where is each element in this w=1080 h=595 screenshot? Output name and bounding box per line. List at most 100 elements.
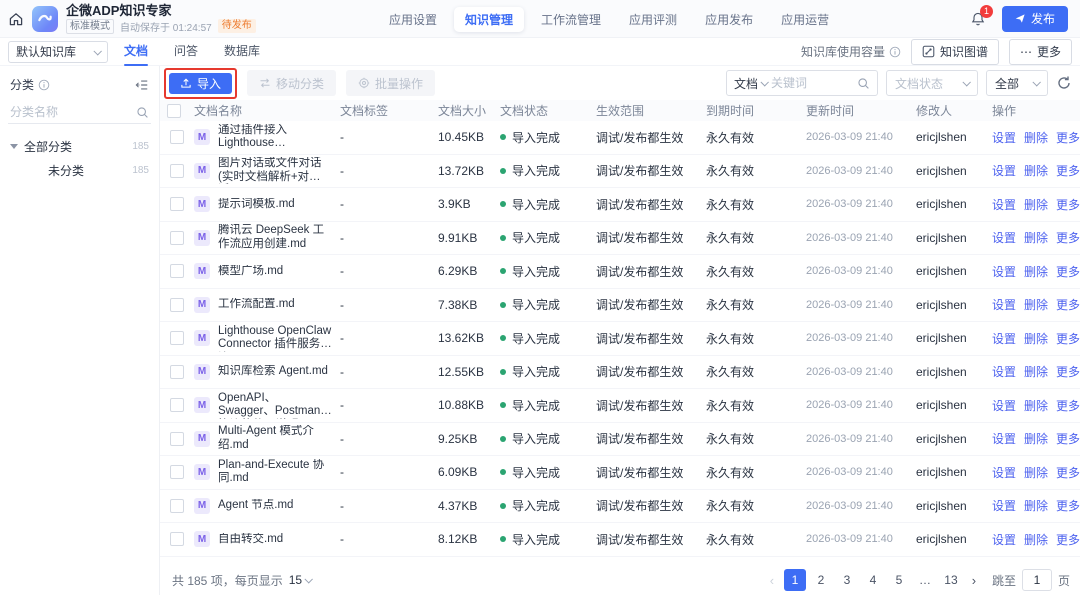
home-icon[interactable] bbox=[8, 11, 24, 27]
settings-link[interactable]: 设置 bbox=[992, 263, 1016, 280]
page-number[interactable]: 2 bbox=[810, 569, 832, 591]
doc-status-filter[interactable]: 文档状态 bbox=[886, 70, 978, 96]
doc-name-link[interactable]: 提示词模板.md bbox=[218, 198, 295, 212]
delete-link[interactable]: 删除 bbox=[1024, 162, 1048, 179]
nav-item[interactable]: 应用运营 bbox=[770, 7, 840, 32]
notification-bell-icon[interactable]: 1 bbox=[970, 4, 993, 27]
page-number[interactable]: … bbox=[914, 569, 936, 591]
page-number[interactable]: 5 bbox=[888, 569, 910, 591]
prev-page-icon[interactable]: ‹ bbox=[764, 573, 780, 588]
settings-link[interactable]: 设置 bbox=[992, 397, 1016, 414]
doc-name-link[interactable]: 模型广场.md bbox=[218, 265, 283, 279]
delete-link[interactable]: 删除 bbox=[1024, 196, 1048, 213]
settings-link[interactable]: 设置 bbox=[992, 196, 1016, 213]
more-link[interactable]: 更多 bbox=[1056, 162, 1080, 179]
category-tree-item[interactable]: 未分类 185 bbox=[8, 158, 151, 182]
next-page-icon[interactable]: › bbox=[966, 573, 982, 588]
refresh-icon[interactable] bbox=[1056, 75, 1072, 91]
settings-link[interactable]: 设置 bbox=[992, 296, 1016, 313]
row-checkbox[interactable] bbox=[170, 431, 184, 446]
more-link[interactable]: 更多 bbox=[1056, 330, 1080, 347]
nav-item[interactable]: 应用发布 bbox=[694, 7, 764, 32]
row-checkbox[interactable] bbox=[170, 230, 184, 245]
delete-link[interactable]: 删除 bbox=[1024, 363, 1048, 380]
more-button[interactable]: ⋯ 更多 bbox=[1008, 38, 1072, 65]
row-checkbox[interactable] bbox=[170, 465, 184, 480]
delete-link[interactable]: 删除 bbox=[1024, 229, 1048, 246]
search-scope-select[interactable]: 文档 bbox=[734, 75, 769, 92]
settings-link[interactable]: 设置 bbox=[992, 129, 1016, 146]
row-checkbox[interactable] bbox=[170, 197, 184, 212]
nav-item[interactable]: 应用设置 bbox=[378, 7, 448, 32]
more-link[interactable]: 更多 bbox=[1056, 531, 1080, 548]
delete-link[interactable]: 删除 bbox=[1024, 430, 1048, 447]
doc-name-link[interactable]: OpenAPI、Swagger、Postman 协议的使用说明.md bbox=[218, 392, 332, 419]
settings-link[interactable]: 设置 bbox=[992, 330, 1016, 347]
kb-tab[interactable]: 数据库 bbox=[224, 38, 260, 66]
more-link[interactable]: 更多 bbox=[1056, 497, 1080, 514]
settings-link[interactable]: 设置 bbox=[992, 363, 1016, 380]
page-number[interactable]: 4 bbox=[862, 569, 884, 591]
doc-name-link[interactable]: 知识库检索 Agent.md bbox=[218, 365, 328, 379]
page-size-select[interactable]: 15 bbox=[289, 573, 314, 587]
more-link[interactable]: 更多 bbox=[1056, 430, 1080, 447]
kb-tab[interactable]: 问答 bbox=[174, 38, 198, 66]
batch-operation-button[interactable]: 批量操作 bbox=[346, 70, 436, 96]
row-checkbox[interactable] bbox=[170, 297, 184, 312]
delete-link[interactable]: 删除 bbox=[1024, 497, 1048, 514]
row-checkbox[interactable] bbox=[170, 398, 184, 413]
page-number[interactable]: 13 bbox=[940, 569, 962, 591]
delete-link[interactable]: 删除 bbox=[1024, 296, 1048, 313]
kb-tab[interactable]: 文档 bbox=[124, 38, 149, 66]
more-link[interactable]: 更多 bbox=[1056, 464, 1080, 481]
delete-link[interactable]: 删除 bbox=[1024, 129, 1048, 146]
doc-name-link[interactable]: Lighthouse OpenClaw Connector 插件服务协议.md bbox=[218, 325, 332, 352]
caret-down-icon[interactable] bbox=[10, 143, 18, 149]
publish-button[interactable]: 发布 bbox=[1001, 5, 1068, 32]
category-search-input[interactable] bbox=[10, 105, 136, 119]
delete-link[interactable]: 删除 bbox=[1024, 464, 1048, 481]
page-number[interactable]: 3 bbox=[836, 569, 858, 591]
more-link[interactable]: 更多 bbox=[1056, 129, 1080, 146]
delete-link[interactable]: 删除 bbox=[1024, 397, 1048, 414]
settings-link[interactable]: 设置 bbox=[992, 531, 1016, 548]
row-checkbox[interactable] bbox=[170, 331, 184, 346]
delete-link[interactable]: 删除 bbox=[1024, 263, 1048, 280]
row-checkbox[interactable] bbox=[170, 364, 184, 379]
import-button[interactable]: 导入 bbox=[169, 72, 233, 94]
nav-item[interactable]: 知识管理 bbox=[454, 6, 525, 32]
kb-selector[interactable]: 默认知识库 bbox=[8, 40, 108, 63]
settings-link[interactable]: 设置 bbox=[992, 497, 1016, 514]
doc-name-link[interactable]: Agent 节点.md bbox=[218, 499, 293, 513]
settings-link[interactable]: 设置 bbox=[992, 464, 1016, 481]
row-checkbox[interactable] bbox=[170, 498, 184, 513]
doc-name-link[interactable]: 自由转交.md bbox=[218, 533, 283, 547]
nav-item[interactable]: 工作流管理 bbox=[530, 7, 612, 32]
settings-link[interactable]: 设置 bbox=[992, 229, 1016, 246]
scope-filter[interactable]: 全部 bbox=[986, 70, 1048, 96]
settings-link[interactable]: 设置 bbox=[992, 430, 1016, 447]
move-category-button[interactable]: 移动分类 bbox=[247, 70, 337, 96]
knowledge-graph-button[interactable]: 知识图谱 bbox=[910, 38, 999, 65]
select-all-checkbox[interactable] bbox=[167, 103, 181, 118]
page-number[interactable]: 1 bbox=[783, 569, 806, 591]
delete-link[interactable]: 删除 bbox=[1024, 330, 1048, 347]
keyword-input[interactable] bbox=[771, 76, 834, 90]
row-checkbox[interactable] bbox=[170, 264, 184, 279]
settings-link[interactable]: 设置 bbox=[992, 162, 1016, 179]
more-link[interactable]: 更多 bbox=[1056, 229, 1080, 246]
doc-name-link[interactable]: Multi-Agent 模式介绍.md bbox=[218, 425, 332, 452]
row-checkbox[interactable] bbox=[170, 532, 184, 547]
jump-page-input[interactable] bbox=[1021, 569, 1052, 591]
doc-name-link[interactable]: 工作流配置.md bbox=[218, 298, 295, 312]
more-link[interactable]: 更多 bbox=[1056, 397, 1080, 414]
doc-name-link[interactable]: Plan-and-Execute 协同.md bbox=[218, 459, 332, 486]
delete-link[interactable]: 删除 bbox=[1024, 531, 1048, 548]
more-link[interactable]: 更多 bbox=[1056, 263, 1080, 280]
nav-item[interactable]: 应用评测 bbox=[618, 7, 688, 32]
more-link[interactable]: 更多 bbox=[1056, 363, 1080, 380]
search-icon[interactable] bbox=[857, 77, 870, 90]
tree-collapse-icon[interactable] bbox=[135, 78, 149, 92]
more-link[interactable]: 更多 bbox=[1056, 296, 1080, 313]
category-tree-item[interactable]: 全部分类 185 bbox=[8, 134, 151, 158]
